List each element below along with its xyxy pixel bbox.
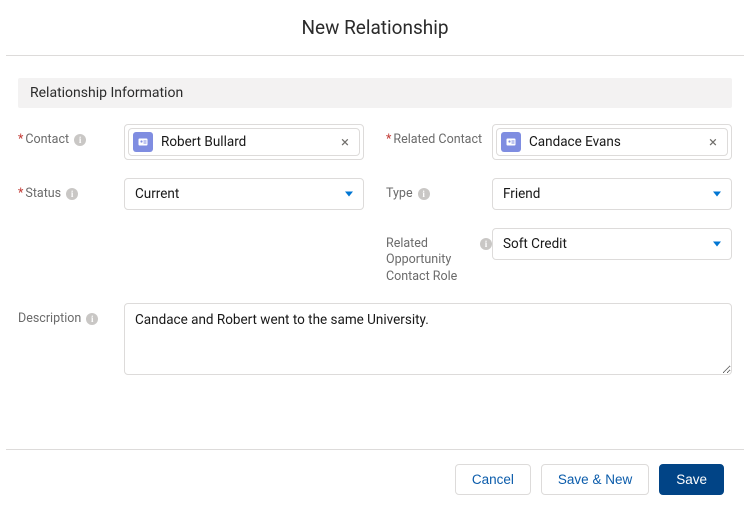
status-value: Current [135, 186, 179, 202]
remove-contact-icon[interactable]: × [337, 134, 353, 150]
chevron-down-icon [713, 192, 721, 197]
label-related-contact: * Related Contact [386, 124, 492, 148]
modal-header: New Relationship [6, 6, 744, 56]
form-grid: * Contact i Robert Bullard × [18, 124, 732, 379]
required-indicator: * [18, 186, 23, 202]
info-icon[interactable]: i [74, 134, 86, 146]
related-contact-value: Candace Evans [529, 134, 705, 150]
info-icon[interactable]: i [480, 238, 492, 250]
field-status: * Status i Current [18, 178, 364, 210]
status-select[interactable]: Current [124, 178, 364, 210]
field-related-contact: * Related Contact Candace Evans × [386, 124, 732, 160]
type-select[interactable]: Friend [492, 178, 732, 210]
save-button[interactable]: Save [659, 464, 724, 495]
related-contact-lookup[interactable]: Candace Evans × [492, 124, 732, 160]
related-opp-role-value: Soft Credit [503, 236, 567, 252]
label-contact: * Contact i [18, 124, 124, 148]
save-and-new-button[interactable]: Save & New [541, 464, 649, 495]
info-icon[interactable]: i [66, 188, 78, 200]
contact-value: Robert Bullard [161, 134, 337, 150]
info-icon[interactable]: i [418, 188, 430, 200]
required-indicator: * [386, 132, 391, 148]
modal-footer: Cancel Save & New Save [6, 449, 744, 509]
field-related-opp-role: Related Opportunity Contact Role i Soft … [386, 228, 732, 285]
contact-icon [133, 132, 153, 152]
field-type: Type i Friend [386, 178, 732, 210]
cancel-button[interactable]: Cancel [455, 464, 531, 495]
label-related-opp-role: Related Opportunity Contact Role i [386, 228, 492, 285]
description-textarea[interactable] [124, 303, 732, 375]
label-description: Description i [18, 303, 124, 327]
chevron-down-icon [713, 242, 721, 247]
info-icon[interactable]: i [86, 313, 98, 325]
remove-related-contact-icon[interactable]: × [705, 134, 721, 150]
label-type: Type i [386, 178, 492, 202]
new-relationship-modal: New Relationship Relationship Informatio… [0, 0, 750, 509]
field-description: Description i [18, 303, 732, 379]
chevron-down-icon [345, 192, 353, 197]
type-value: Friend [503, 186, 540, 202]
field-contact: * Contact i Robert Bullard × [18, 124, 364, 160]
section-title: Relationship Information [18, 78, 732, 108]
required-indicator: * [18, 132, 23, 148]
label-status: * Status i [18, 178, 124, 202]
contact-lookup[interactable]: Robert Bullard × [124, 124, 364, 160]
modal-title: New Relationship [6, 16, 744, 39]
related-opp-role-select[interactable]: Soft Credit [492, 228, 732, 260]
contact-icon [501, 132, 521, 152]
modal-body: Relationship Information * Contact i [0, 56, 750, 449]
